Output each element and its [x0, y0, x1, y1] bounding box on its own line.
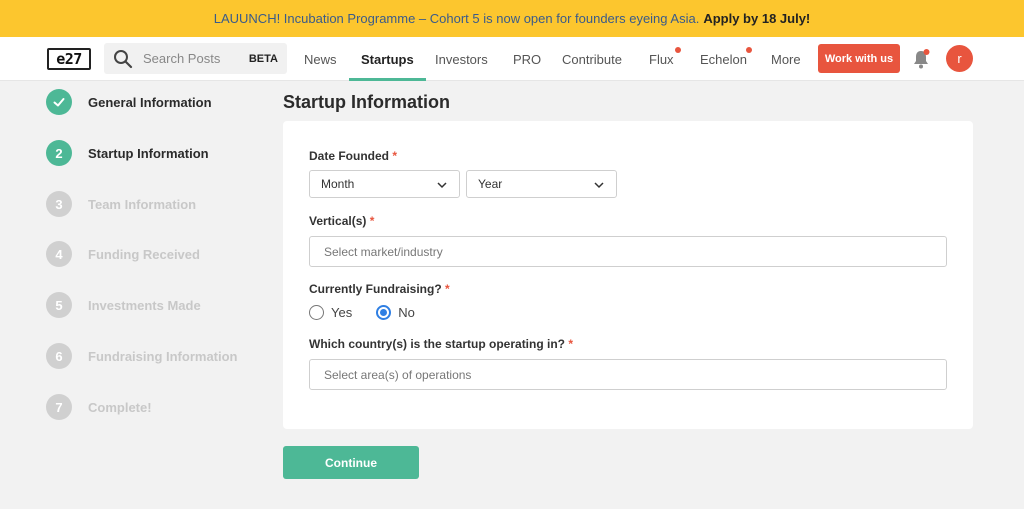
fundraising-no-option[interactable]: No: [376, 305, 415, 320]
step-number: 4: [46, 241, 72, 267]
fundraising-radio-group: Yes No: [309, 305, 439, 320]
step-label: Startup Information: [88, 145, 209, 161]
year-value: Year: [478, 177, 503, 191]
nav-pro[interactable]: PRO: [513, 37, 541, 81]
step-number: 5: [46, 292, 72, 318]
echelon-notification-dot: [746, 47, 752, 53]
step-label: Fundraising Information: [88, 348, 238, 364]
country-label: Which country(s) is the startup operatin…: [309, 337, 574, 351]
no-radio[interactable]: [376, 305, 392, 320]
nav-flux[interactable]: Flux: [649, 37, 674, 81]
step-team-information: 3 Team Information: [46, 191, 196, 217]
chevron-down-icon: [594, 182, 604, 189]
yes-radio[interactable]: [309, 305, 324, 320]
step-number: 2: [46, 140, 72, 166]
search-icon: [114, 49, 133, 68]
vertical-placeholder: Select market/industry: [324, 244, 443, 259]
bell-icon[interactable]: [912, 49, 930, 69]
month-value: Month: [321, 177, 355, 191]
nav-more[interactable]: More: [771, 37, 801, 81]
page-title: Startup Information: [283, 92, 450, 112]
nav-news[interactable]: News: [304, 37, 337, 81]
nav-echelon[interactable]: Echelon: [700, 37, 747, 81]
step-general-information[interactable]: General Information: [46, 89, 212, 115]
step-number: 7: [46, 394, 72, 420]
month-select[interactable]: Month: [309, 170, 460, 198]
work-with-us-button[interactable]: Work with us: [818, 44, 900, 73]
beta-badge: BETA: [248, 52, 278, 65]
nav-contribute[interactable]: Contribute: [562, 37, 622, 81]
nav-investors[interactable]: Investors: [435, 37, 488, 81]
date-founded-label: Date Founded *: [309, 149, 398, 163]
step-funding-received: 4 Funding Received: [46, 241, 200, 267]
step-fundraising-information: 6 Fundraising Information: [46, 343, 238, 369]
search-placeholder: Search Posts: [143, 51, 221, 66]
step-number: 6: [46, 343, 72, 369]
nav-startups[interactable]: Startups: [349, 37, 426, 81]
e27-logo[interactable]: e27: [47, 48, 91, 70]
step-label: Team Information: [88, 196, 197, 212]
step-complete: 7 Complete!: [46, 394, 152, 420]
banner-cta[interactable]: Apply by 18 July!: [703, 11, 810, 26]
check-icon: [53, 98, 65, 107]
year-select[interactable]: Year: [466, 170, 617, 198]
no-label: No: [398, 305, 415, 320]
step-label: Complete!: [88, 399, 152, 415]
continue-button[interactable]: Continue: [283, 446, 419, 479]
country-select[interactable]: Select area(s) of operations: [309, 359, 947, 390]
step-label: General Information: [88, 94, 212, 110]
vertical-select[interactable]: Select market/industry: [309, 236, 947, 267]
fundraising-label: Currently Fundraising? *: [309, 282, 450, 296]
step-startup-information[interactable]: 2 Startup Information: [46, 140, 209, 166]
top-navigation: e27 Search Posts BETA News Startups Inve…: [0, 37, 1024, 81]
search-input[interactable]: Search Posts BETA: [104, 43, 287, 74]
step-complete-check: [46, 89, 72, 115]
chevron-down-icon: [437, 182, 447, 189]
vertical-label: Vertical(s) *: [309, 214, 375, 228]
flux-notification-dot: [675, 47, 681, 53]
step-investments-made: 5 Investments Made: [46, 292, 201, 318]
country-placeholder: Select area(s) of operations: [324, 367, 472, 382]
step-label: Investments Made: [88, 297, 201, 313]
fundraising-yes-option[interactable]: Yes: [309, 305, 352, 320]
banner-text: LAUUNCH! Incubation Programme – Cohort 5…: [213, 11, 700, 26]
step-label: Funding Received: [88, 246, 200, 262]
promo-banner[interactable]: LAUUNCH! Incubation Programme – Cohort 5…: [0, 0, 1024, 37]
step-number: 3: [46, 191, 72, 217]
startup-information-form: Date Founded * Month Year Vertical(s) * …: [283, 121, 973, 429]
user-avatar[interactable]: r: [946, 45, 973, 72]
yes-label: Yes: [331, 305, 353, 320]
